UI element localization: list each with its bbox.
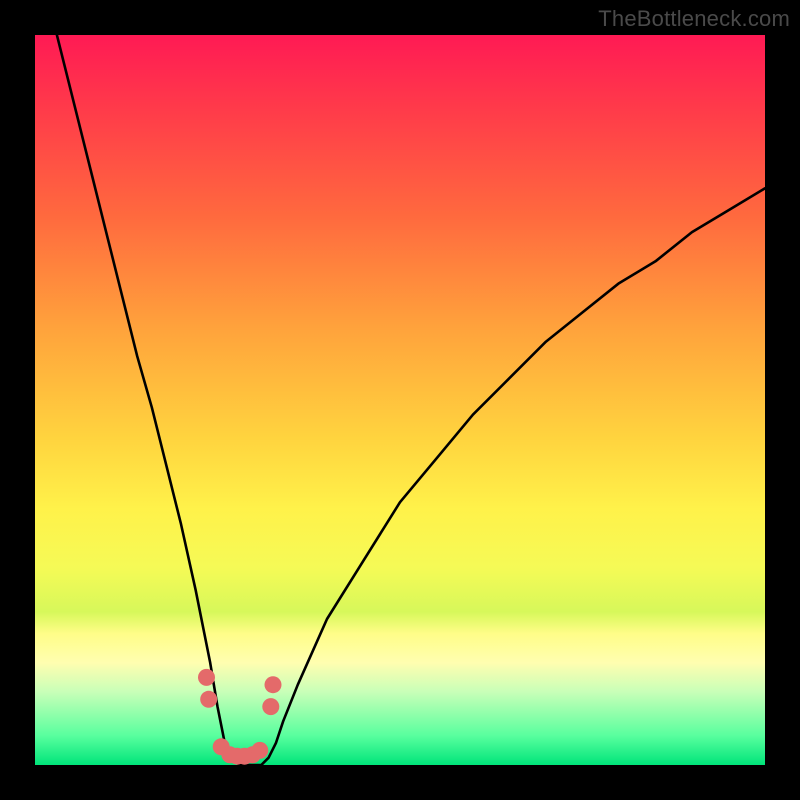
data-point [251,742,268,759]
plot-area [35,35,765,765]
data-point [200,691,217,708]
data-point [262,698,279,715]
data-point [198,669,215,686]
data-point [265,676,282,693]
chart-frame: TheBottleneck.com [0,0,800,800]
chart-svg [35,35,765,765]
curve-line [35,35,765,765]
watermark-text: TheBottleneck.com [598,6,790,32]
curve-dots [198,669,282,765]
